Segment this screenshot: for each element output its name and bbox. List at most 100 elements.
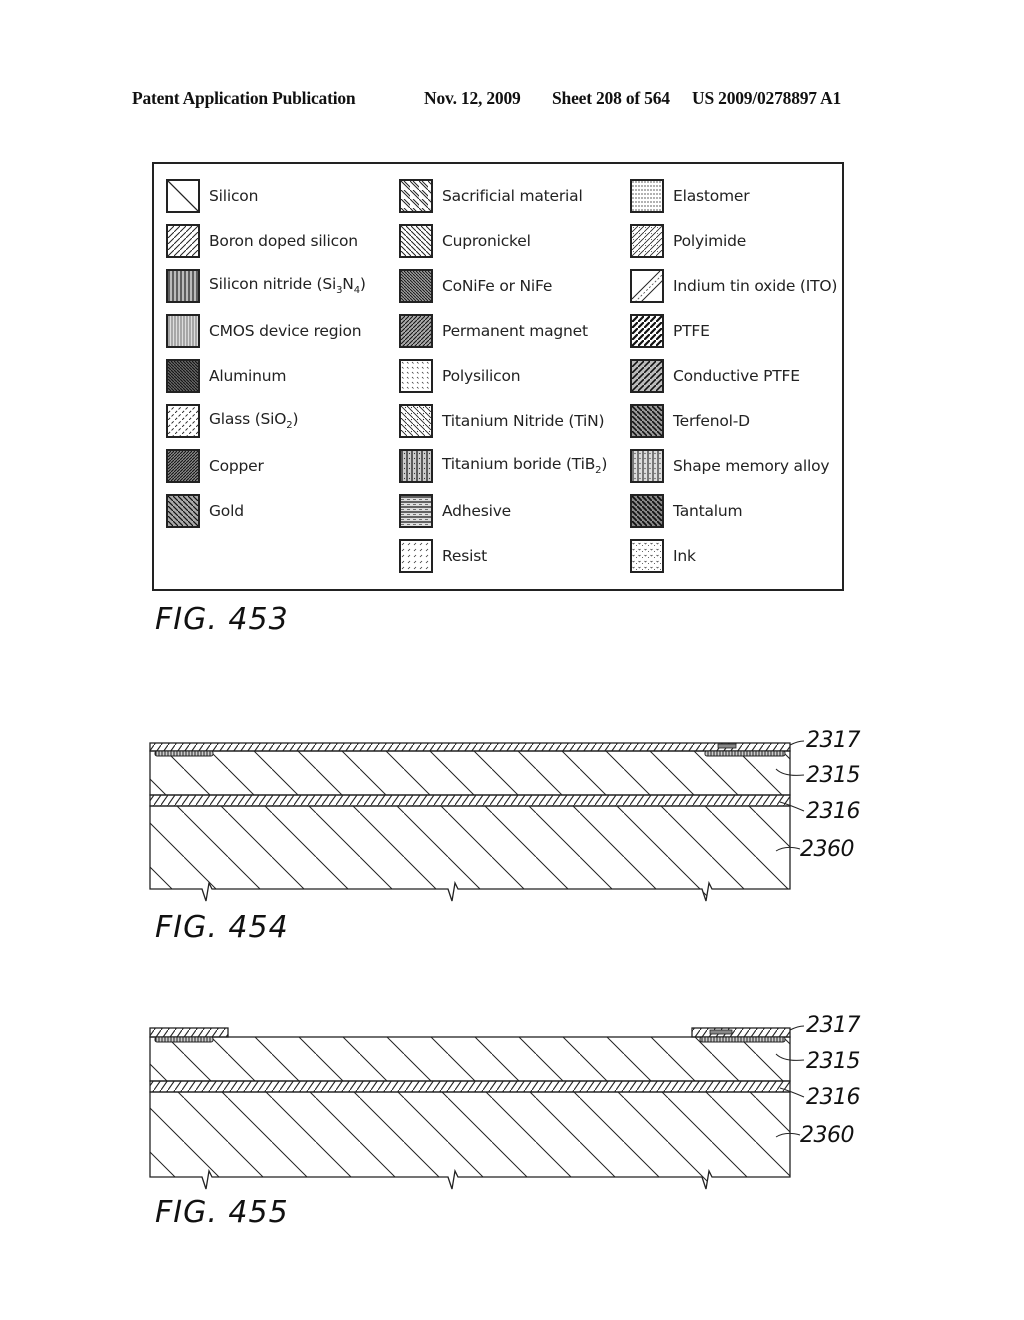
legend-item-adhesive: Adhesive bbox=[399, 493, 511, 529]
aluminum-swatch-icon bbox=[166, 359, 200, 393]
legend-item-copper: Copper bbox=[166, 448, 264, 484]
cupronickel-swatch-icon bbox=[399, 224, 433, 258]
ref-2315: 2315 bbox=[806, 763, 860, 788]
ref-2317: 2317 bbox=[806, 1013, 860, 1038]
polyimide-swatch-icon bbox=[630, 224, 664, 258]
publication-type: Patent Application Publication bbox=[132, 88, 356, 108]
legend-item-aluminum: Aluminum bbox=[166, 358, 286, 394]
legend-label: CMOS device region bbox=[209, 322, 362, 340]
legend-label: Glass (SiO2) bbox=[209, 410, 299, 432]
legend-label: Ink bbox=[673, 547, 696, 565]
layer-2360 bbox=[149, 805, 791, 902]
leader-line bbox=[789, 740, 805, 746]
sma-swatch-icon bbox=[630, 449, 664, 483]
legend-label: Boron doped silicon bbox=[209, 232, 358, 250]
legend-item-boron: Boron doped silicon bbox=[166, 223, 358, 259]
cross-section-fig455: 2317 2315 2316 2360 bbox=[140, 1010, 880, 1195]
cptfe-swatch-icon bbox=[630, 359, 664, 393]
legend-item-tib2: Titanium boride (TiB2) bbox=[399, 448, 607, 484]
nitride-swatch-icon bbox=[166, 269, 200, 303]
legend-item-ptfe: PTFE bbox=[630, 313, 710, 349]
boron-swatch-icon bbox=[166, 224, 200, 258]
legend-label: Gold bbox=[209, 502, 244, 520]
legend-item-cmos: CMOS device region bbox=[166, 313, 362, 349]
legend-label: Cupronickel bbox=[442, 232, 531, 250]
ref-2315: 2315 bbox=[806, 1049, 860, 1074]
legend-label: Titanium Nitride (TiN) bbox=[442, 412, 605, 430]
legend-label: PTFE bbox=[673, 322, 710, 340]
glass-swatch-icon bbox=[166, 404, 200, 438]
gold-swatch-icon bbox=[166, 494, 200, 528]
terfenol-swatch-icon bbox=[630, 404, 664, 438]
cmos-pad-left bbox=[154, 750, 214, 757]
page-header: Patent Application Publication Nov. 12, … bbox=[132, 88, 892, 114]
legend-label: Conductive PTFE bbox=[673, 367, 800, 385]
ref-2317: 2317 bbox=[806, 728, 860, 753]
legend-item-glass: Glass (SiO2) bbox=[166, 403, 299, 439]
ref-2360: 2360 bbox=[800, 837, 854, 862]
tib2-swatch-icon bbox=[399, 449, 433, 483]
legend-label: Silicon nitride (Si3N4) bbox=[209, 275, 366, 297]
legend-item-polysilicon: Polysilicon bbox=[399, 358, 521, 394]
contact-pad bbox=[709, 1029, 733, 1035]
ref-2360: 2360 bbox=[800, 1123, 854, 1148]
resist-swatch-icon bbox=[399, 539, 433, 573]
legend-label: Elastomer bbox=[673, 187, 750, 205]
legend-label: Sacrificial material bbox=[442, 187, 583, 205]
legend-item-magnet: Permanent magnet bbox=[399, 313, 588, 349]
legend-item-terfenol: Terfenol-D bbox=[630, 403, 750, 439]
legend-label: CoNiFe or NiFe bbox=[442, 277, 553, 295]
layer-2317-left bbox=[149, 1027, 229, 1038]
layer-2315 bbox=[149, 750, 791, 796]
legend-item-silicon: Silicon bbox=[166, 178, 258, 214]
elastomer-swatch-icon bbox=[630, 179, 664, 213]
magnet-swatch-icon bbox=[399, 314, 433, 348]
legend-label: Copper bbox=[209, 457, 264, 475]
layer-2360 bbox=[149, 1091, 791, 1190]
cmos-pad-right bbox=[699, 1036, 786, 1043]
legend-label: Adhesive bbox=[442, 502, 512, 520]
legend-label: Shape memory alloy bbox=[673, 457, 830, 475]
silicon-swatch-icon bbox=[166, 179, 200, 213]
patent-number: US 2009/0278897 A1 bbox=[692, 88, 842, 108]
adhesive-swatch-icon bbox=[399, 494, 433, 528]
cross-section-drawing: 2317 2315 2316 2360 bbox=[149, 1013, 861, 1190]
legend-label: Permanent magnet bbox=[442, 322, 588, 340]
layer-2316 bbox=[149, 1080, 791, 1093]
cmos-swatch-icon bbox=[166, 314, 200, 348]
cmos-pad-left bbox=[154, 1036, 214, 1043]
legend-label: Resist bbox=[442, 547, 487, 565]
sheet-number: Sheet 208 of 564 bbox=[552, 88, 670, 108]
contact-pad bbox=[717, 743, 737, 749]
legend-item-resist: Resist bbox=[399, 538, 487, 574]
legend-item-gold: Gold bbox=[166, 493, 244, 529]
legend-item-tantalum: Tantalum bbox=[630, 493, 743, 529]
ref-2316: 2316 bbox=[806, 1085, 860, 1110]
legend-label: Silicon bbox=[209, 187, 259, 205]
layer-2316 bbox=[149, 794, 791, 807]
ink-swatch-icon bbox=[630, 539, 664, 573]
ptfe-swatch-icon bbox=[630, 314, 664, 348]
legend-item-cptfe: Conductive PTFE bbox=[630, 358, 800, 394]
figure-caption-454: FIG. 454 bbox=[155, 910, 289, 945]
layer-2317-right bbox=[691, 1027, 791, 1038]
cross-section-drawing: 2317 2315 2316 2360 bbox=[149, 728, 861, 902]
ref-2316: 2316 bbox=[806, 799, 860, 824]
legend-label: Tantalum bbox=[673, 502, 743, 520]
figure-caption-453: FIG. 453 bbox=[155, 602, 289, 637]
materials-legend: Silicon Boron doped silicon Silicon nitrid… bbox=[152, 162, 844, 591]
layer-2315 bbox=[149, 1036, 791, 1082]
legend-item-ito: Indium tin oxide (ITO) bbox=[630, 268, 837, 304]
legend-label: Aluminum bbox=[209, 367, 287, 385]
cmos-pad-right bbox=[704, 750, 786, 757]
legend-label: Polyimide bbox=[673, 232, 747, 250]
legend-item-sma: Shape memory alloy bbox=[630, 448, 830, 484]
legend-item-tin: Titanium Nitride (TiN) bbox=[399, 403, 605, 439]
legend-item-sacrificial: Sacrificial material bbox=[399, 178, 583, 214]
legend-item-elastomer: Elastomer bbox=[630, 178, 750, 214]
legend-label: Indium tin oxide (ITO) bbox=[673, 277, 838, 295]
legend-label: Terfenol-D bbox=[673, 412, 750, 430]
legend-label: Polysilicon bbox=[442, 367, 521, 385]
legend-item-polyimide: Polyimide bbox=[630, 223, 746, 259]
layer-2317 bbox=[149, 742, 791, 752]
